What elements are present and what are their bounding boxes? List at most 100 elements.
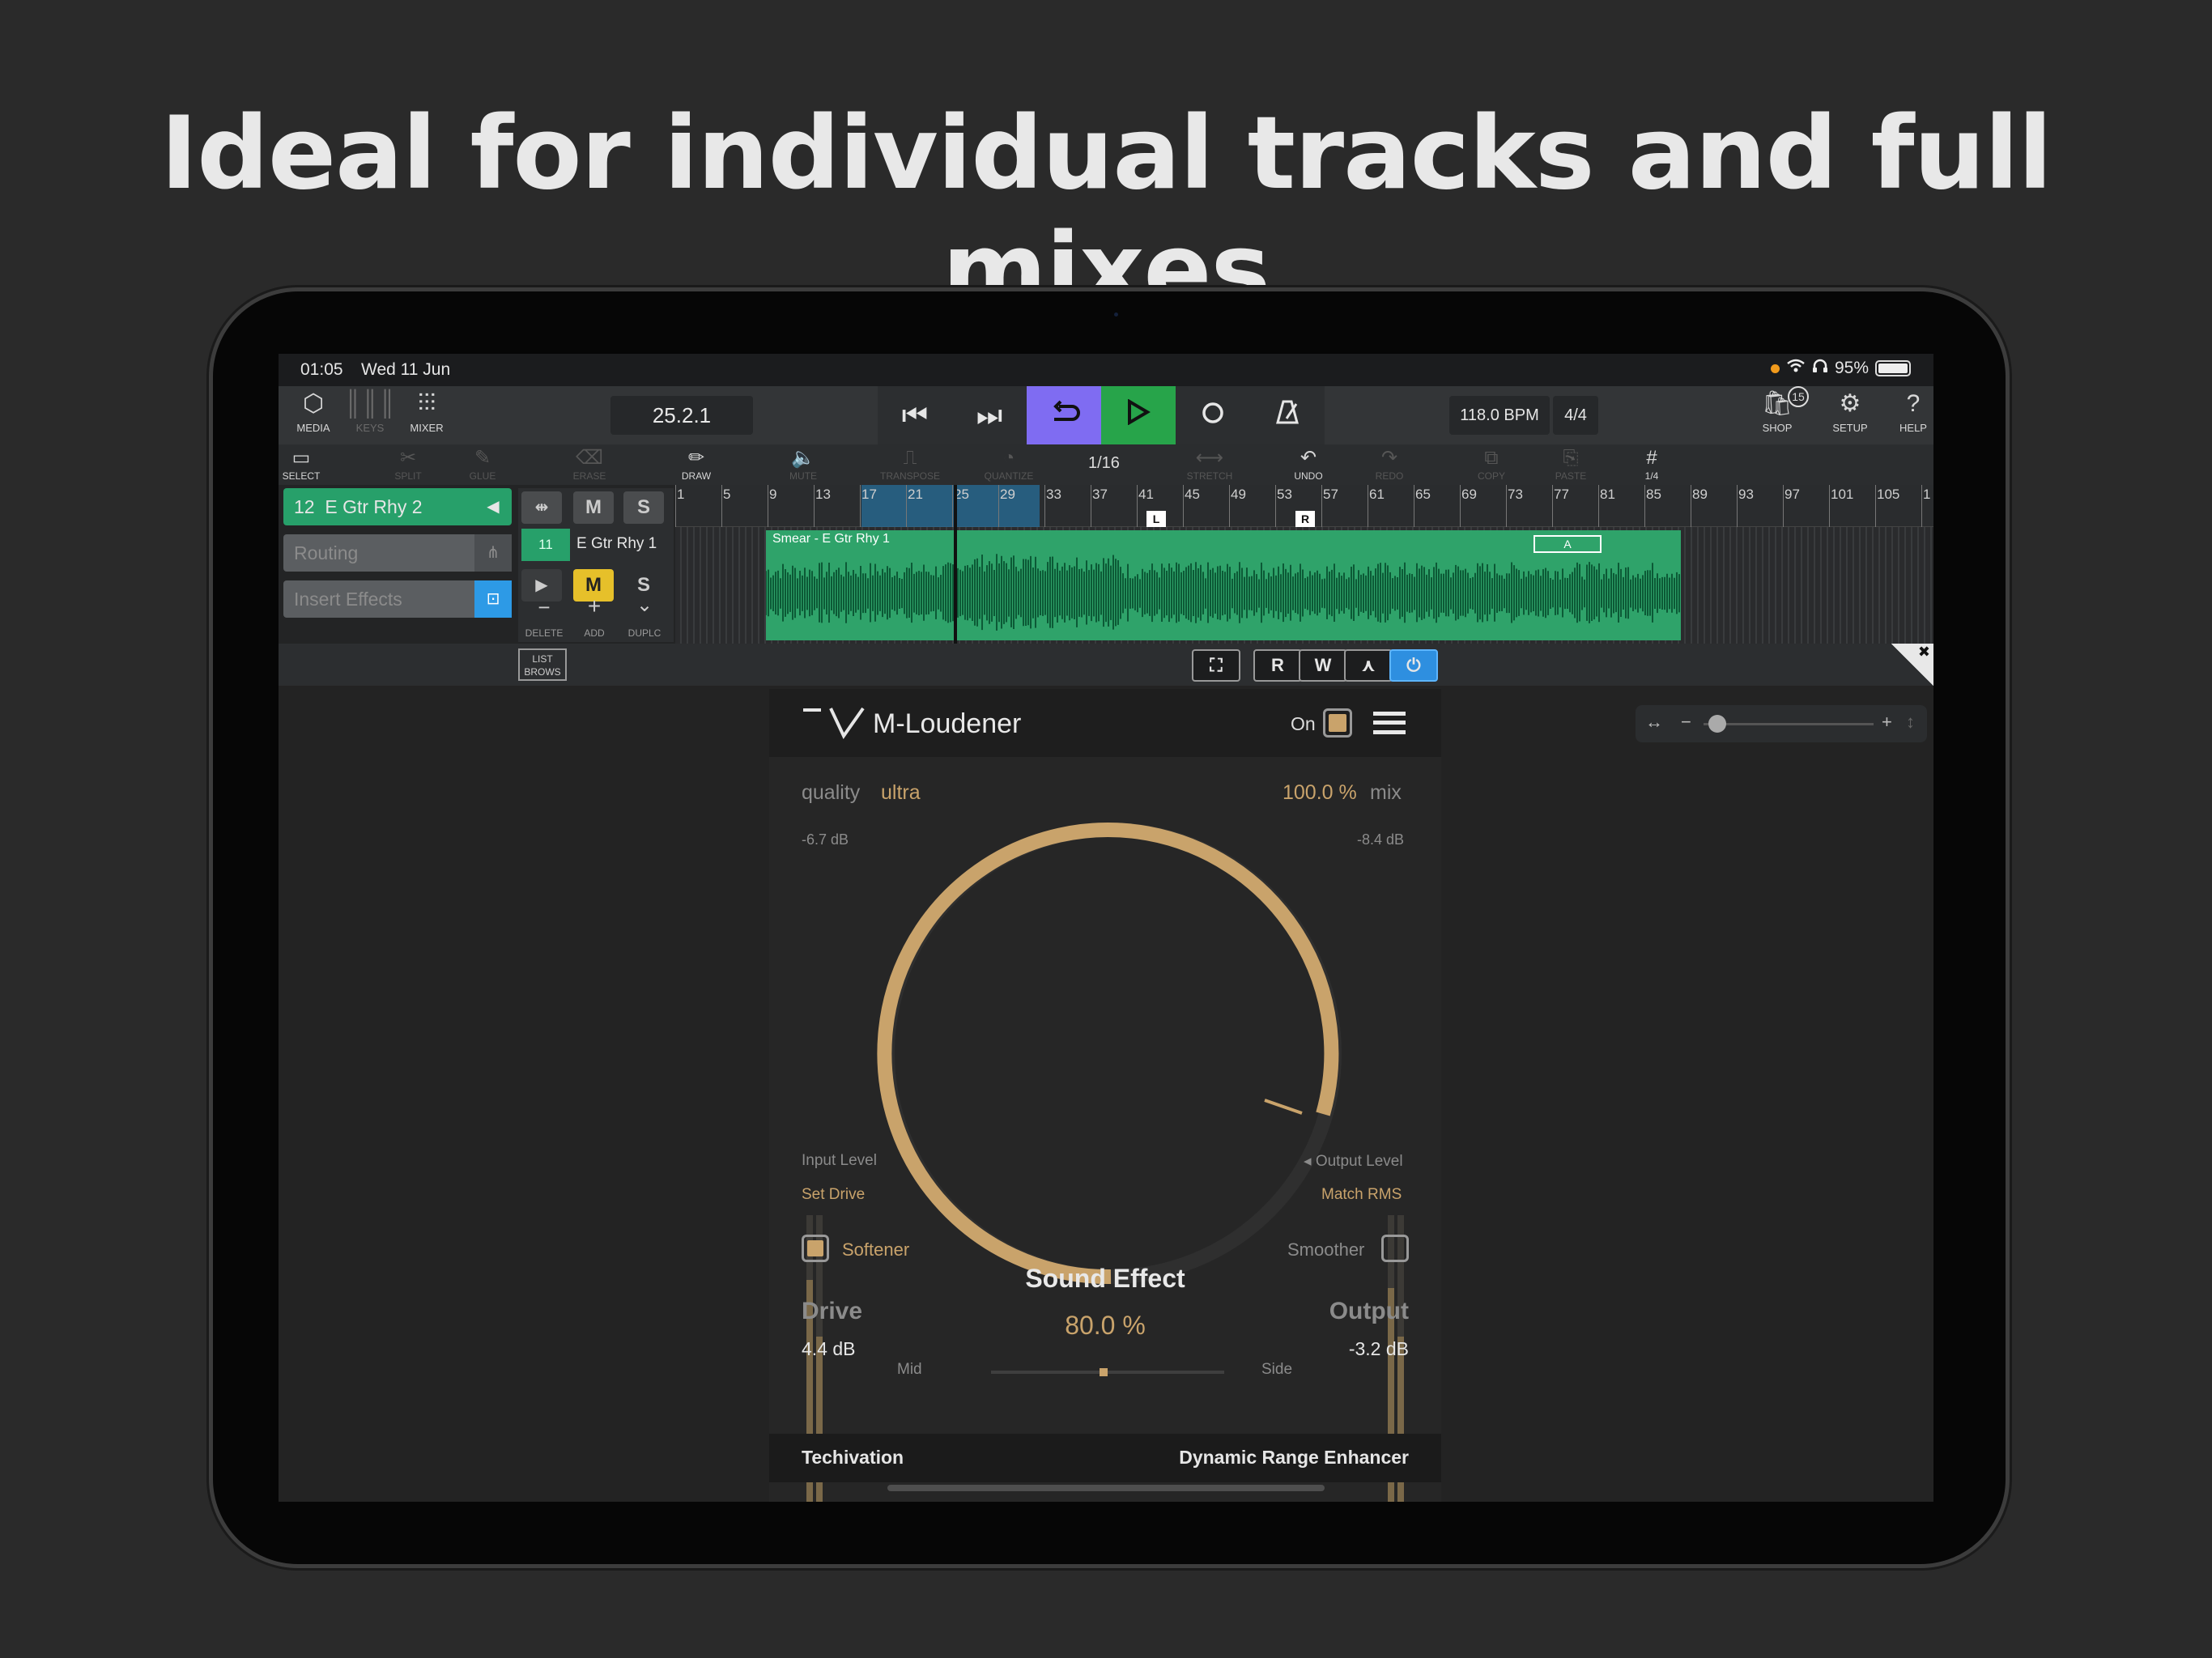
loop-right-marker[interactable]: R [1295,511,1315,527]
routing-row[interactable]: Routing ⋔ [283,534,512,572]
record-icon [1201,398,1225,432]
playhead[interactable] [954,485,957,644]
clip-name: Smear - E Gtr Rhy 1 [772,532,890,546]
mixer-button[interactable]: ⫶⫶⫶ MIXER [398,386,455,444]
lane-track-name: E Gtr Rhy 1 [576,535,657,552]
ruler-bar-number: 77 [1554,487,1569,502]
paste-button[interactable]: ⎘ PASTE [1538,446,1603,483]
insert-effects-row[interactable]: Insert Effects ⊡ [283,580,512,618]
metronome-button[interactable] [1250,386,1325,444]
resize-icon[interactable]: ⇹ [521,491,562,524]
speaker-mute-icon: 🔈 [791,447,815,469]
copy-button[interactable]: ⧉ COPY [1459,446,1524,483]
mix-value[interactable]: 100.0 % [1283,781,1357,805]
waveform-path [766,554,1680,631]
zoom-slider[interactable] [1704,723,1874,725]
duplicate-icon[interactable]: ⌄ [620,593,669,617]
select-tool[interactable]: ▭ SELECT [279,446,334,483]
setup-button[interactable]: ⚙ SETUP [1822,386,1878,444]
status-bar: 01:05 Wed 11 Jun 95% [279,354,1933,386]
on-toggle[interactable] [1323,708,1352,738]
close-editor-icon[interactable]: ✖ [1891,644,1933,686]
delete-label: DELETE [525,627,564,639]
softener-checkbox[interactable] [802,1235,829,1262]
quantize-icon: ◔ [1002,447,1015,469]
glue-tool[interactable]: ✎ GLUE [450,446,515,483]
sound-effect-knob[interactable] [866,810,1352,1296]
list-browser-button[interactable]: LIST BROWS [518,648,567,681]
quality-value[interactable]: ultra [881,781,921,805]
ruler-tick [721,485,722,527]
match-rms-button[interactable]: Match RMS [1321,1186,1402,1204]
caret-left-icon: ◂ [1304,1153,1316,1170]
ruler-tick [1783,485,1784,527]
play-button[interactable] [1101,386,1176,444]
routing-icon: ⋔ [474,534,512,572]
undo-button[interactable]: ↶ UNDO [1276,446,1341,483]
waveform [766,554,1680,631]
rewind-button[interactable]: ⏮ [878,386,952,444]
ruler-tick [1275,485,1276,527]
write-automation-button[interactable]: W [1299,649,1347,682]
ruler-bar-number: 89 [1692,487,1708,502]
redo-button[interactable]: ↷ REDO [1357,446,1422,483]
quantize-tool[interactable]: ◔ QUANTIZE [976,446,1041,483]
add-label: ADD [584,627,605,639]
media-button[interactable]: ⬡ MEDIA [285,386,342,444]
mid-label: Mid [897,1361,922,1378]
record-button[interactable] [1176,386,1250,444]
loop-button[interactable] [1027,386,1101,444]
output-value[interactable]: -3.2 dB [769,1338,1409,1360]
mute-tool[interactable]: 🔈 MUTE [771,446,836,483]
loop-left-marker[interactable]: L [1146,511,1166,527]
ruler-tick [1829,485,1830,527]
minus-icon[interactable]: − [520,595,568,620]
header-solo-button[interactable]: S [623,491,664,524]
ruler-tick [1552,485,1553,527]
erase-tool[interactable]: ⌫ ERASE [557,446,622,483]
split-tool[interactable]: ✂ SPLIT [376,446,440,483]
automation-curve-button[interactable]: ⋏ [1344,649,1393,682]
shop-button[interactable]: 🛍 SHOP 15 [1749,386,1809,444]
plugin-power-button[interactable]: ⏻ [1389,649,1438,682]
zoom-control: ↔ − + ↕ [1636,705,1927,742]
ruler-bar-number: 1 [677,487,685,502]
set-drive-button[interactable]: Set Drive [802,1186,865,1204]
glue-label: GLUE [469,470,496,482]
mid-side-knob[interactable] [1100,1368,1108,1376]
keys-button[interactable]: ║║║ KEYS [342,386,398,444]
output-label: Output [1329,1298,1409,1324]
zoom-knob[interactable] [1708,715,1726,733]
ruler-tick [998,485,999,527]
vertical-zoom-icon[interactable]: ↕ [1906,712,1915,733]
song-position[interactable]: 25.2.1 [610,396,753,435]
ruler-tick [1229,485,1230,527]
home-indicator[interactable] [887,1485,1325,1491]
quantize-value[interactable]: 1/16 [1088,454,1120,473]
mid-side-slider[interactable] [991,1371,1224,1374]
zoom-out-icon[interactable]: − [1681,712,1691,733]
time-signature[interactable]: 4/4 [1553,396,1598,435]
selected-track[interactable]: 12 E Gtr Rhy 2 ◀ [283,488,512,525]
tempo-display[interactable]: 118.0 BPM [1449,396,1550,435]
fullscreen-button[interactable]: ⛶ [1192,649,1240,682]
read-automation-button[interactable]: R [1253,649,1302,682]
clip-marker[interactable]: A [1534,535,1602,553]
ruler-tick [1460,485,1461,527]
header-mute-button[interactable]: M [573,491,614,524]
plugin-title: M-Loudener [873,708,1022,739]
zoom-in-icon[interactable]: + [1882,712,1892,733]
fit-icon[interactable]: ↔ [1645,712,1663,733]
smoother-checkbox[interactable] [1381,1235,1409,1262]
forward-button[interactable]: ⏭ [952,386,1027,444]
transpose-tool[interactable]: ⎍ TRANSPOSE [878,446,942,483]
plus-icon[interactable]: + [570,593,619,619]
grid-button[interactable]: #1/4 [1619,446,1684,483]
hamburger-menu-icon[interactable] [1373,712,1406,734]
draw-tool[interactable]: ✏ DRAW [664,446,729,483]
help-button[interactable]: ? HELP [1893,386,1933,444]
collapse-arrow-icon[interactable]: ◀ [474,488,512,525]
stretch-tool[interactable]: ⟷ STRETCH [1177,446,1242,483]
ruler-tick [860,485,861,527]
timeline-ruler[interactable]: 1 5 9 13 17 21 25 29 33 37 41 45 49 53 57 61 65 69 73 77 81 8… [675,485,1933,527]
